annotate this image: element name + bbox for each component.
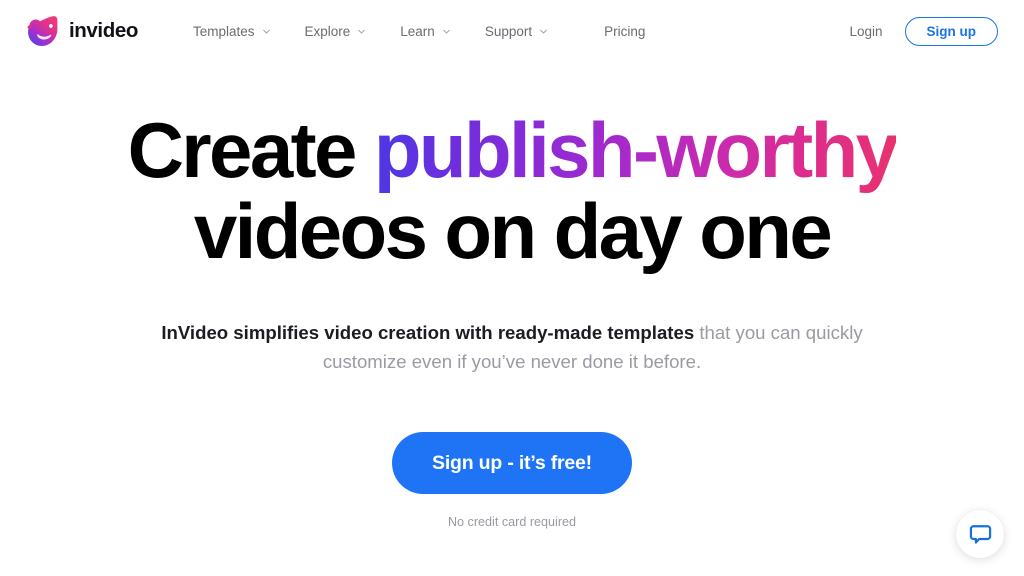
signup-button[interactable]: Sign up <box>904 16 998 46</box>
page-title-line2: videos on day one <box>193 187 833 275</box>
page-title: Create publish-worthy <box>0 110 1024 190</box>
primary-nav: Templates Explore Learn Support Pricing <box>176 18 662 45</box>
invideo-bird-logo-icon <box>27 16 58 46</box>
chat-widget-button[interactable] <box>956 510 1004 558</box>
nav-item-learn[interactable]: Learn <box>383 18 468 45</box>
headline-plain-part: Create <box>127 106 374 194</box>
login-link[interactable]: Login <box>849 24 882 39</box>
nav-item-templates[interactable]: Templates <box>176 18 288 45</box>
chat-bubble-icon <box>969 524 991 544</box>
nav-item-support[interactable]: Support <box>468 18 565 45</box>
brand-logo-link[interactable]: invideo <box>26 14 138 48</box>
nav-item-explore-label: Explore <box>304 23 351 39</box>
no-credit-card-note: No credit card required <box>447 515 577 529</box>
hero-subtitle: InVideo simplifies video creation with r… <box>156 318 868 376</box>
chevron-down-icon <box>540 29 547 34</box>
hero-subtitle-strong: InVideo simplifies video creation with r… <box>161 322 695 343</box>
chevron-down-icon <box>442 29 450 34</box>
nav-item-pricing[interactable]: Pricing <box>587 18 662 45</box>
nav-item-support-label: Support <box>484 23 533 39</box>
chevron-down-icon <box>358 29 366 34</box>
nav-item-explore[interactable]: Explore <box>288 18 384 45</box>
nav-item-pricing-label: Pricing <box>604 23 646 39</box>
hero-cta-group: Sign up - it’s free! No credit card requ… <box>0 432 1024 529</box>
hero-section: Create publish-worthy videos on day one … <box>0 62 1024 529</box>
header-actions: Login Sign up <box>849 16 998 46</box>
headline-gradient-part: publish-worthy <box>373 106 899 194</box>
nav-item-templates-label: Templates <box>192 23 255 39</box>
signup-free-button[interactable]: Sign up - it’s free! <box>392 432 632 494</box>
site-header: invideo Templates Explore Learn Support … <box>0 0 1024 62</box>
nav-item-learn-label: Learn <box>400 23 435 39</box>
chevron-down-icon <box>262 29 270 34</box>
invideo-landing-page: invideo Templates Explore Learn Support … <box>0 0 1024 576</box>
brand-wordmark: invideo <box>69 19 138 42</box>
